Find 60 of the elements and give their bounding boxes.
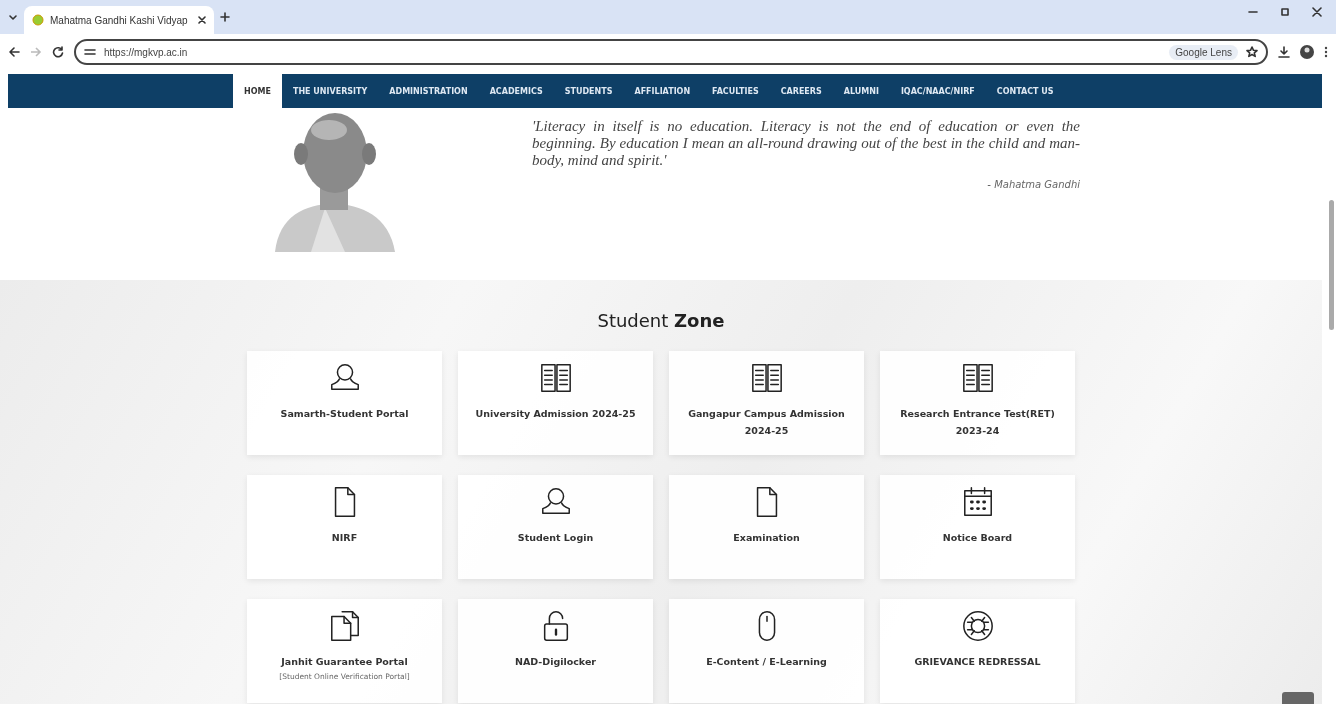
nav-link[interactable]: FACULTIES	[701, 74, 770, 108]
lens-button[interactable]: Google Lens	[1169, 44, 1238, 60]
tile-label: Samarth-Student Portal	[279, 407, 410, 421]
star-icon[interactable]	[1246, 46, 1258, 58]
tile-label: Examination	[732, 531, 801, 545]
nav-link[interactable]: ALUMNI	[832, 74, 890, 108]
address-bar[interactable]: https://mgkvp.ac.in Google Lens	[74, 39, 1268, 65]
tile-card[interactable]: GRIEVANCE REDRESSAL	[880, 599, 1075, 703]
tab-list-icon[interactable]	[8, 12, 18, 22]
nav-link[interactable]: THE UNIVERSITY	[281, 74, 379, 108]
tab-title: Mahatma Gandhi Kashi Vidyap	[50, 14, 189, 26]
section-heading: Student Zone	[596, 309, 726, 331]
new-tab-icon[interactable]	[220, 12, 230, 22]
menu-icon[interactable]	[1324, 46, 1328, 58]
tile-card[interactable]: NAD-Digilocker	[458, 599, 653, 703]
nav-link[interactable]: STUDENTS	[553, 74, 624, 108]
nav-link[interactable]: ACADEMICS	[478, 74, 554, 108]
reload-icon[interactable]	[52, 46, 64, 58]
tile-label: Janhit Guarantee Portal	[279, 655, 409, 669]
nav-link[interactable]: ADMINISTRATION	[378, 74, 479, 108]
scrollbar-thumb[interactable]	[1329, 200, 1334, 330]
tile-card[interactable]: Student Login	[458, 475, 653, 579]
tile-card[interactable]: E-Content / E-Learning	[669, 599, 864, 703]
tile-card[interactable]: University Admission 2024-25	[458, 351, 653, 455]
tile-label: E-Content / E-Learning	[705, 655, 828, 669]
tile-label: NAD-Digilocker	[513, 655, 598, 669]
book-icon	[538, 361, 573, 395]
browser-tab[interactable]: Mahatma Gandhi Kashi Vidyap	[24, 6, 214, 34]
lifebuoy-icon	[960, 609, 995, 643]
back-icon[interactable]	[8, 46, 20, 58]
nav-link[interactable]: CAREERS	[769, 74, 833, 108]
book-icon	[960, 361, 995, 395]
tile-label: University Admission 2024-25	[474, 407, 637, 421]
tile-card[interactable]: Examination	[669, 475, 864, 579]
nav-link[interactable]: AFFILIATION	[623, 74, 702, 108]
tile-card[interactable]: Research Entrance Test(RET) 2023-24	[880, 351, 1075, 455]
favicon-icon	[32, 14, 44, 26]
quote-text: 'Literacy in itself is no education. Literacy is not the end of education or even the beginning. By education I mean an all-round drawing out of the best in the child and man-body, mind and spirit.'	[532, 118, 1080, 169]
tile-card[interactable]: NIRF	[247, 475, 442, 579]
quote-author: - Mahatma Gandhi	[986, 179, 1080, 190]
nav-link[interactable]: HOME	[233, 74, 282, 108]
nav-link[interactable]: IQAC/NAAC/NIRF	[889, 74, 986, 108]
site-settings-icon[interactable]	[84, 47, 96, 57]
tile-label: Research Entrance Test(RET) 2023-24	[899, 407, 1056, 438]
close-icon[interactable]	[1312, 7, 1322, 17]
tile-card[interactable]: Gangapur Campus Admission 2024-25	[669, 351, 864, 455]
tile-label: Gangapur Campus Admission 2024-25	[687, 407, 846, 438]
tile-label: GRIEVANCE REDRESSAL	[913, 655, 1042, 669]
nav-link[interactable]: CONTACT US	[985, 74, 1065, 108]
download-icon[interactable]	[1278, 46, 1290, 58]
url-text: https://mgkvp.ac.in	[104, 46, 189, 58]
book-icon	[749, 361, 784, 395]
tile-card[interactable]: Notice Board	[880, 475, 1075, 579]
tile-label: Notice Board	[941, 531, 1014, 545]
tile-label: Student Login	[516, 531, 595, 545]
profile-avatar[interactable]	[1300, 45, 1314, 59]
tile-label: NIRF	[330, 531, 359, 545]
tile-card[interactable]: Samarth-Student Portal	[247, 351, 442, 455]
close-icon[interactable]	[198, 16, 206, 24]
restore-icon[interactable]	[1280, 7, 1290, 17]
